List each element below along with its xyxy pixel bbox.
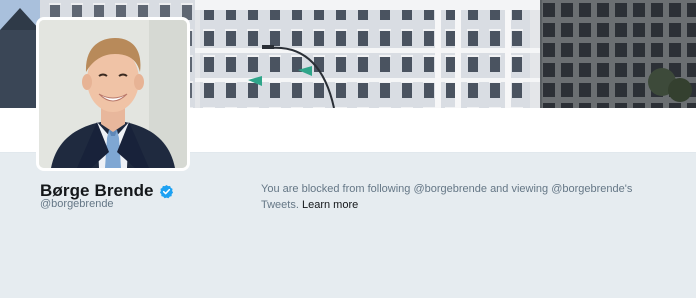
learn-more-link[interactable]: Learn more: [302, 199, 358, 211]
blocked-notice: You are blocked from following @borgebre…: [261, 182, 657, 213]
verified-badge-icon: [159, 184, 174, 199]
profile-avatar[interactable]: [36, 17, 190, 171]
profile-handle[interactable]: @borgebrende: [40, 198, 114, 210]
profile-main-area: [0, 153, 696, 298]
